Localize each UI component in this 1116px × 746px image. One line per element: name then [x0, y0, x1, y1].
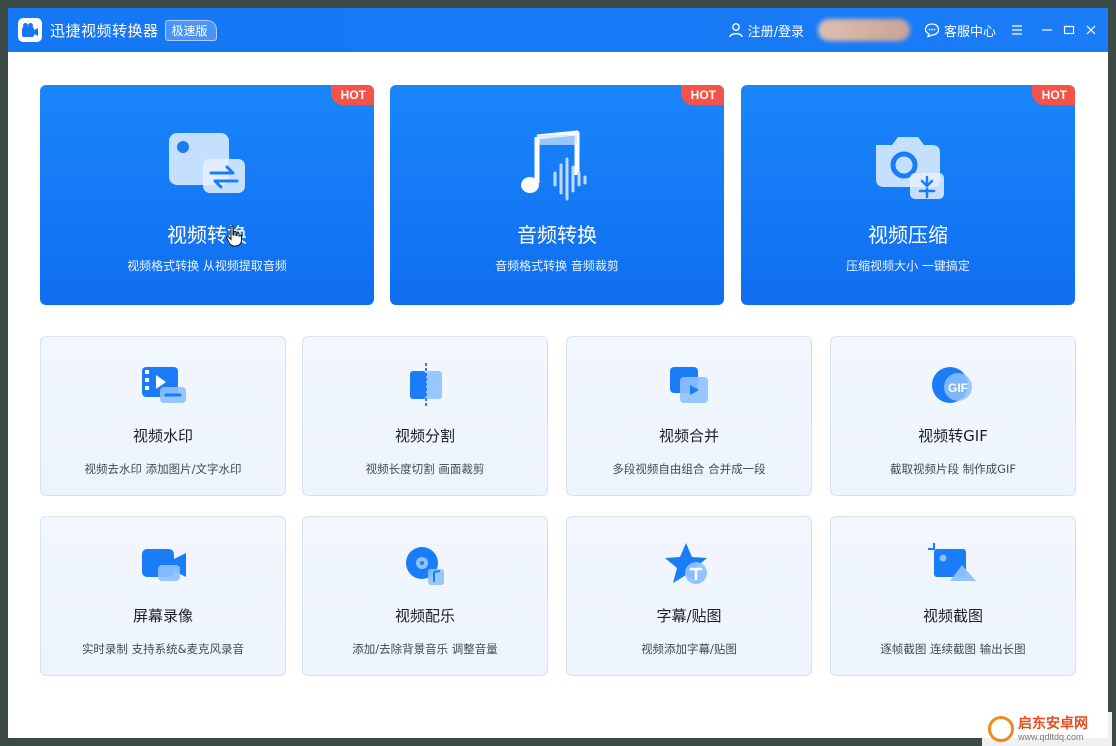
app-title: 迅捷视频转换器	[50, 21, 159, 40]
tool-subtitle: 实时录制 支持系统&麦克风录音	[81, 642, 245, 656]
video-convert-card[interactable]: HOT 视频转换 视频格式转换 从视频提取音频	[40, 85, 374, 305]
title-bar: 迅捷视频转换器 极速版 注册/登录 客服中心	[8, 8, 1108, 52]
tool-subtitle: 截取视频片段 制作成GIF	[889, 462, 1017, 476]
menu-button[interactable]	[1006, 8, 1028, 52]
tool-subtitle: 多段视频自由组合 合并成一段	[612, 462, 766, 476]
tool-video-screenshot[interactable]: 视频截图 逐帧截图 连续截图 输出长图	[830, 516, 1076, 676]
maximize-button[interactable]	[1058, 8, 1080, 52]
tool-title: 视频分割	[394, 427, 455, 445]
audio-convert-card[interactable]: HOT 音频转换 音频格式转换 音频裁剪	[390, 85, 724, 305]
tool-video-watermark[interactable]: 视频水印 视频去水印 添加图片/文字水印	[40, 336, 286, 496]
user-icon	[728, 23, 743, 38]
gif-icon-label: GIF	[948, 381, 968, 395]
login-label: 注册/登录	[747, 24, 804, 40]
tool-subtitle: 逐帧截图 连续截图 输出长图	[880, 642, 1026, 656]
tool-subtitle: 视频去水印 添加图片/文字水印	[84, 462, 242, 476]
card-subtitle: 音频格式转换 音频裁剪	[495, 259, 619, 273]
watermark-url: www.qdltdq.com	[1018, 731, 1084, 742]
camera-compress-icon	[876, 137, 944, 199]
split-icon	[410, 363, 442, 407]
gif-icon: GIF	[932, 367, 972, 403]
minimize-icon	[1042, 29, 1052, 31]
video-compress-card[interactable]: HOT 视频压缩 压缩视频大小 一键搞定	[741, 85, 1075, 305]
tool-subtitle: 视频长度切割 画面裁剪	[365, 462, 485, 476]
tool-title: 视频水印	[132, 427, 193, 445]
close-button[interactable]	[1080, 8, 1102, 52]
card-title: 音频转换	[517, 223, 597, 247]
tool-title: 字幕/贴图	[656, 607, 722, 625]
merge-icon	[670, 367, 708, 403]
close-icon	[1086, 25, 1096, 35]
login-button[interactable]: 注册/登录	[728, 21, 804, 40]
tool-video-merge[interactable]: 视频合并 多段视频自由组合 合并成一段	[566, 336, 812, 496]
tool-video-to-gif[interactable]: GIF 视频转GIF 截取视频片段 制作成GIF	[830, 336, 1076, 496]
tool-video-split[interactable]: 视频分割 视频长度切割 画面裁剪	[302, 336, 548, 496]
tool-subtitle: 添加/去除背景音乐 调整音量	[352, 642, 498, 656]
tool-video-music[interactable]: 视频配乐 添加/去除背景音乐 调整音量	[302, 516, 548, 676]
app-window: 迅捷视频转换器 极速版 注册/登录 客服中心 HOT 视频转换 视频格式转换 从…	[8, 8, 1108, 738]
account-avatar-blurred[interactable]	[817, 19, 910, 41]
tool-title: 视频配乐	[394, 607, 455, 625]
video-convert-icon	[169, 133, 245, 193]
chat-bubble-icon	[924, 23, 940, 38]
music-note-icon	[521, 130, 587, 201]
film-watermark-icon	[142, 367, 186, 403]
tool-subtitle: 视频添加字幕/贴图	[641, 642, 737, 656]
star-text-icon	[665, 543, 707, 584]
video-camera-icon	[142, 549, 186, 581]
tool-title: 视频转GIF	[918, 427, 988, 445]
hot-badge: HOT	[680, 85, 724, 105]
support-button[interactable]: 客服中心	[924, 21, 996, 40]
watermark-title: 启东安卓网	[1018, 715, 1088, 732]
card-title: 视频压缩	[868, 223, 948, 247]
card-subtitle: 视频格式转换 从视频提取音频	[127, 259, 287, 273]
tool-title: 屏幕录像	[132, 607, 193, 625]
site-watermark: 启东安卓网 www.qdltdq.com	[982, 712, 1112, 746]
edition-badge: 极速版	[164, 19, 217, 41]
crop-image-icon	[928, 543, 976, 581]
tool-subtitle-sticker[interactable]: 字幕/贴图 视频添加字幕/贴图	[566, 516, 812, 676]
tool-screen-record[interactable]: 屏幕录像 实时录制 支持系统&麦克风录音	[40, 516, 286, 676]
camera-logo-icon	[18, 18, 42, 42]
maximize-icon	[1063, 25, 1075, 35]
card-title: 视频转换	[167, 223, 247, 247]
hot-badge: HOT	[1031, 85, 1075, 105]
watermark-logo-icon	[988, 716, 1014, 742]
minimize-button[interactable]	[1036, 8, 1058, 52]
tool-title: 视频截图	[922, 607, 983, 625]
menu-icon	[1012, 25, 1022, 35]
music-disc-icon	[406, 547, 444, 585]
card-subtitle: 压缩视频大小 一键搞定	[846, 259, 970, 273]
hot-badge: HOT	[330, 85, 374, 105]
tool-title: 视频合并	[658, 427, 719, 445]
hand-cursor-icon	[226, 225, 242, 247]
support-label: 客服中心	[943, 24, 996, 40]
